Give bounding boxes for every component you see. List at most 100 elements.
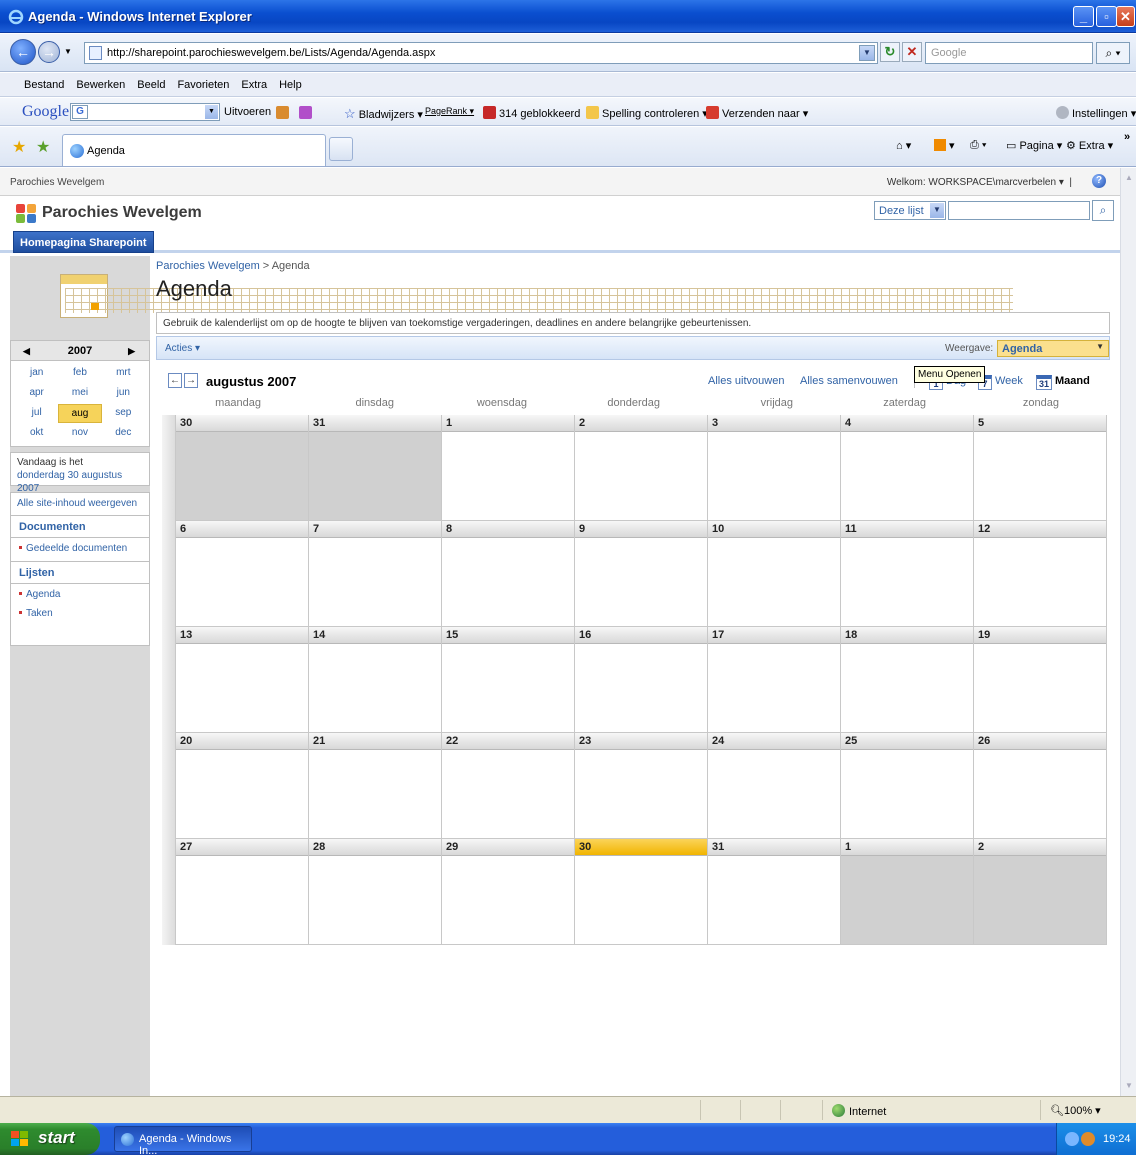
month-mrt[interactable]: mrt — [102, 364, 145, 383]
history-dropdown-icon[interactable]: ▼ — [64, 47, 72, 56]
sp-search-button[interactable]: ⌕ — [1092, 200, 1114, 221]
address-url[interactable]: http://sharepoint.parochieswevelgem.be/L… — [107, 47, 435, 59]
month-mei[interactable]: mei — [58, 384, 101, 403]
day-cell[interactable]: 26 — [974, 733, 1107, 839]
tab-agenda[interactable]: Agenda — [62, 134, 326, 166]
prev-month-button[interactable]: ← — [168, 373, 182, 388]
month-apr[interactable]: apr — [15, 384, 58, 403]
day-number[interactable]: 25 — [841, 733, 973, 750]
tray-app-icon[interactable] — [1081, 1132, 1095, 1146]
close-button[interactable]: ✕ — [1116, 6, 1135, 27]
menu-beeld[interactable]: Beeld — [131, 73, 171, 91]
verzenden-button[interactable]: Verzenden naar ▾ — [706, 106, 808, 120]
day-cell[interactable]: 1 — [442, 415, 575, 521]
day-cell[interactable]: 4 — [841, 415, 974, 521]
ql-item-agenda[interactable]: Agenda — [11, 584, 149, 605]
forward-button[interactable]: → — [38, 41, 60, 63]
day-cell[interactable]: 2 — [575, 415, 708, 521]
scroll-down-icon[interactable]: ▼ — [1122, 1078, 1136, 1094]
day-number[interactable]: 10 — [708, 521, 840, 538]
day-cell[interactable]: 6 — [176, 521, 309, 627]
new-tab-button[interactable] — [329, 137, 353, 161]
day-cell[interactable]: 15 — [442, 627, 575, 733]
home-icon[interactable]: ⌂ ▾ — [896, 139, 911, 152]
ql-item-gedeelde-documenten[interactable]: Gedeelde documenten — [11, 538, 149, 559]
tray-network-icon[interactable] — [1065, 1132, 1079, 1146]
view-dropdown-icon[interactable]: ▼ — [1096, 342, 1104, 351]
add-favorite-icon[interactable]: ★ — [36, 137, 50, 157]
instellingen-button[interactable]: Instellingen ▾ — [1056, 106, 1136, 120]
favorites-star-icon[interactable]: ★ — [12, 137, 26, 157]
tab-homepagina[interactable]: Homepagina Sharepoint — [13, 231, 154, 253]
expand-all-link[interactable]: Alles uitvouwen — [708, 375, 784, 387]
site-link[interactable]: Parochies Wevelgem — [10, 177, 104, 188]
day-cell[interactable]: 14 — [309, 627, 442, 733]
site-title[interactable]: Parochies Wevelgem — [42, 204, 202, 222]
search-input[interactable]: Google — [925, 42, 1093, 64]
day-cell[interactable]: 24 — [708, 733, 841, 839]
uitvoeren-button[interactable]: Uitvoeren — [224, 106, 271, 118]
bladwijzers-button[interactable]: ☆ Bladwijzers ▾ — [344, 106, 423, 122]
menu-extra[interactable]: Extra — [235, 73, 273, 91]
day-cell[interactable]: 21 — [309, 733, 442, 839]
day-number[interactable]: 15 — [442, 627, 574, 644]
day-number[interactable]: 9 — [575, 521, 707, 538]
day-number[interactable]: 29 — [442, 839, 574, 856]
vertical-scrollbar[interactable]: ▲ ▼ — [1120, 168, 1136, 1096]
month-okt[interactable]: okt — [15, 424, 58, 443]
help-icon[interactable]: ? — [1092, 174, 1106, 188]
month-jun[interactable]: jun — [102, 384, 145, 403]
minimize-button[interactable]: _ — [1073, 6, 1094, 27]
day-cell[interactable]: 18 — [841, 627, 974, 733]
start-button[interactable]: start — [0, 1123, 100, 1155]
day-number[interactable]: 26 — [974, 733, 1106, 750]
day-cell[interactable]: 13 — [176, 627, 309, 733]
day-number[interactable]: 19 — [974, 627, 1106, 644]
pagerank-indicator[interactable]: PageRank ▾ — [425, 106, 474, 117]
prev-year-icon[interactable]: ◀ — [23, 341, 30, 361]
day-number[interactable]: 13 — [176, 627, 308, 644]
day-number[interactable]: 22 — [442, 733, 574, 750]
menu-favorieten[interactable]: Favorieten — [171, 73, 235, 91]
day-number[interactable]: 24 — [708, 733, 840, 750]
day-cell[interactable]: 29 — [442, 839, 575, 945]
day-number[interactable]: 2 — [974, 839, 1106, 856]
day-cell[interactable]: 27 — [176, 839, 309, 945]
ql-item-taken[interactable]: Taken — [11, 605, 149, 624]
day-number[interactable]: 8 — [442, 521, 574, 538]
month-feb[interactable]: feb — [58, 364, 101, 383]
toolbar-extra-icon[interactable] — [299, 106, 312, 119]
chevron-more-icon[interactable]: » — [1124, 131, 1130, 143]
day-cell[interactable]: 20 — [176, 733, 309, 839]
maximize-button[interactable]: ▫ — [1096, 6, 1117, 27]
popup-blocker-button[interactable]: 314 geblokkeerd — [483, 106, 580, 120]
day-cell[interactable]: 5 — [974, 415, 1107, 521]
welcome-menu[interactable]: Welkom: WORKSPACE\marcverbelen ▾ | — [887, 177, 1072, 188]
day-cell[interactable]: 9 — [575, 521, 708, 627]
day-number[interactable]: 21 — [309, 733, 441, 750]
sp-search-input[interactable] — [948, 201, 1090, 220]
day-number[interactable]: 28 — [309, 839, 441, 856]
day-cell[interactable]: 31 — [309, 415, 442, 521]
toolbar-options-icon[interactable] — [276, 106, 289, 119]
day-number[interactable]: 17 — [708, 627, 840, 644]
day-cell[interactable]: 23 — [575, 733, 708, 839]
search-button[interactable]: ⌕ ▾ — [1096, 42, 1130, 64]
day-cell[interactable]: 2 — [974, 839, 1107, 945]
breadcrumb-current[interactable]: Agenda — [272, 260, 310, 272]
day-number[interactable]: 12 — [974, 521, 1106, 538]
menu-help[interactable]: Help — [273, 73, 308, 91]
day-number[interactable]: 20 — [176, 733, 308, 750]
day-cell[interactable]: 17 — [708, 627, 841, 733]
day-number[interactable]: 31 — [708, 839, 840, 856]
day-number[interactable]: 27 — [176, 839, 308, 856]
day-number[interactable]: 23 — [575, 733, 707, 750]
day-number[interactable]: 4 — [841, 415, 973, 432]
day-number[interactable]: 3 — [708, 415, 840, 432]
day-number[interactable]: 18 — [841, 627, 973, 644]
google-query-field[interactable]: ▼ — [110, 103, 220, 121]
month-dec[interactable]: dec — [102, 424, 145, 443]
day-cell[interactable]: 30 — [575, 839, 708, 945]
taskbar-item-ie[interactable]: Agenda - Windows In... — [114, 1126, 252, 1157]
address-dropdown-icon[interactable]: ▼ — [859, 45, 875, 61]
